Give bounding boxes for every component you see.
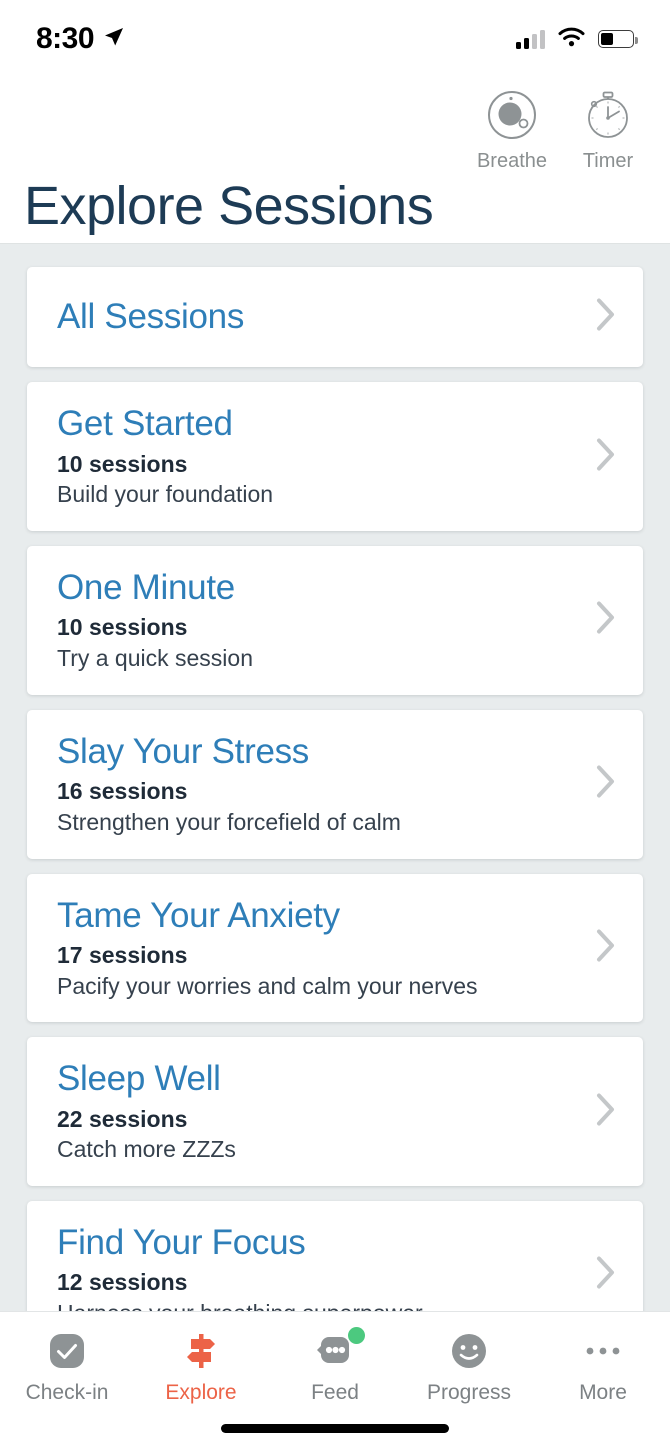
- tab-label-check-in: Check-in: [25, 1381, 109, 1404]
- session-category-card[interactable]: All Sessions: [27, 267, 643, 368]
- wifi-icon: [558, 27, 585, 52]
- card-description: Build your foundation: [57, 481, 274, 508]
- card-title: Get Started: [57, 404, 233, 444]
- page-header: Breathe Timer Explore Sessions: [0, 78, 670, 244]
- page-title: Explore Sessions: [24, 176, 434, 237]
- status-bar-right: [516, 27, 638, 52]
- card-session-count: 16 sessions: [57, 778, 188, 804]
- session-category-card[interactable]: Slay Your Stress 16 sessions Strengthen …: [27, 709, 643, 859]
- signpost-icon: [179, 1328, 223, 1374]
- app-screen: 8:30 Breathe Timer Explore Sessions All …: [0, 0, 670, 1451]
- location-arrow-icon: [102, 25, 126, 54]
- timer-button[interactable]: Timer: [568, 88, 648, 173]
- chevron-right-icon: [595, 1255, 617, 1296]
- session-category-card[interactable]: One Minute 10 sessions Try a quick sessi…: [27, 546, 643, 695]
- card-title: All Sessions: [57, 297, 245, 336]
- status-bar-clock: 8:30: [36, 22, 95, 55]
- breathe-label: Breathe: [476, 150, 548, 172]
- card-session-count: 10 sessions: [57, 614, 188, 641]
- card-session-count: 22 sessions: [57, 1105, 188, 1132]
- card-title: Sleep Well: [57, 1059, 221, 1099]
- feed-notification-badge: [348, 1327, 365, 1344]
- tab-progress[interactable]: Progress: [402, 1328, 536, 1405]
- session-category-card[interactable]: Sleep Well 22 sessions Catch more ZZZs: [27, 1037, 643, 1186]
- tab-feed[interactable]: Feed: [268, 1327, 402, 1405]
- tab-label-progress: Progress: [426, 1381, 512, 1404]
- card-description: Pacify your worries and calm your nerves: [57, 972, 478, 999]
- card-description: Harness your breathing superpower: [57, 1299, 583, 1311]
- session-category-card[interactable]: Tame Your Anxiety 17 sessions Pacify you…: [27, 873, 643, 1023]
- card-session-count: 17 sessions: [57, 941, 188, 968]
- breathe-icon: [485, 88, 539, 147]
- chevron-right-icon: [595, 600, 617, 641]
- chevron-right-icon: [595, 1091, 617, 1132]
- battery-icon: [598, 30, 638, 48]
- sessions-list[interactable]: All Sessions Get Started 10 sessions Bui…: [0, 245, 670, 1311]
- chat-bubble-icon: [312, 1327, 365, 1374]
- tab-check-in[interactable]: Check-in: [0, 1328, 134, 1405]
- status-bar: 8:30: [0, 0, 670, 78]
- session-category-card[interactable]: Find Your Focus 12 sessions Harness your…: [27, 1201, 643, 1311]
- card-description: Try a quick session: [57, 645, 253, 671]
- check-square-icon: [45, 1328, 89, 1374]
- header-actions: Breathe Timer: [472, 88, 648, 173]
- card-session-count: 12 sessions: [57, 1269, 188, 1296]
- home-indicator: [221, 1424, 449, 1433]
- ellipsis-icon: [581, 1328, 625, 1374]
- tab-label-more: More: [579, 1381, 627, 1404]
- card-session-count: 10 sessions: [57, 450, 188, 477]
- tab-label-feed: Feed: [311, 1381, 359, 1404]
- status-bar-left: 8:30: [36, 22, 126, 56]
- timer-label: Timer: [582, 150, 634, 172]
- cellular-signal-icon: [516, 29, 545, 49]
- card-title: Tame Your Anxiety: [57, 895, 340, 935]
- session-category-card[interactable]: Get Started 10 sessions Build your found…: [27, 382, 643, 531]
- card-description: Catch more ZZZs: [57, 1136, 236, 1163]
- card-title: One Minute: [57, 568, 235, 607]
- timer-stopwatch-icon: [581, 88, 635, 147]
- breathe-button[interactable]: Breathe: [472, 88, 552, 173]
- smiley-face-icon: [447, 1328, 491, 1374]
- card-description: Strengthen your forcefield of calm: [57, 808, 401, 835]
- tab-label-explore: Explore: [165, 1381, 237, 1404]
- chevron-right-icon: [595, 764, 617, 805]
- chevron-right-icon: [595, 436, 617, 477]
- tab-more[interactable]: More: [536, 1328, 670, 1405]
- chevron-right-icon: [595, 297, 617, 338]
- card-title: Find Your Focus: [57, 1223, 306, 1262]
- chevron-right-icon: [595, 927, 617, 968]
- card-title: Slay Your Stress: [57, 731, 310, 771]
- tab-explore[interactable]: Explore: [134, 1328, 268, 1405]
